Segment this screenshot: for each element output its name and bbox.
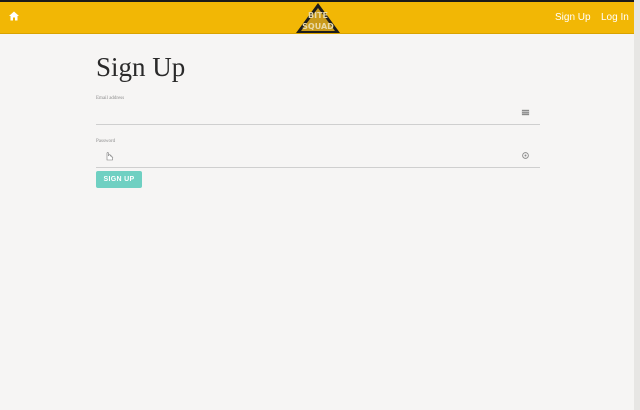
email-row <box>96 101 540 125</box>
nav-login-link[interactable]: Log In <box>601 12 629 23</box>
scrollbar-track[interactable] <box>634 0 640 410</box>
signup-submit-button[interactable]: SIGN UP <box>96 171 142 188</box>
eye-icon[interactable] <box>521 151 530 160</box>
nav-signup-link[interactable]: Sign Up <box>555 12 591 23</box>
navbar: BITE SQUAD Sign Up Log In <box>0 2 634 34</box>
password-field-group: Password <box>96 139 540 168</box>
email-input[interactable] <box>96 101 516 124</box>
password-row <box>96 144 540 168</box>
password-input[interactable] <box>96 144 516 167</box>
card-icon <box>521 109 530 116</box>
logo-text-bottom: SQUAD <box>302 22 334 31</box>
logo[interactable]: BITE SQUAD <box>293 2 343 34</box>
home-icon[interactable] <box>8 10 20 22</box>
hand-cursor-icon <box>106 152 114 161</box>
signup-form: Sign Up Email address Password SIGN UP <box>96 52 540 188</box>
page-title: Sign Up <box>96 52 186 82</box>
logo-text-top: BITE <box>308 11 328 20</box>
email-field-group: Email address <box>96 96 540 125</box>
